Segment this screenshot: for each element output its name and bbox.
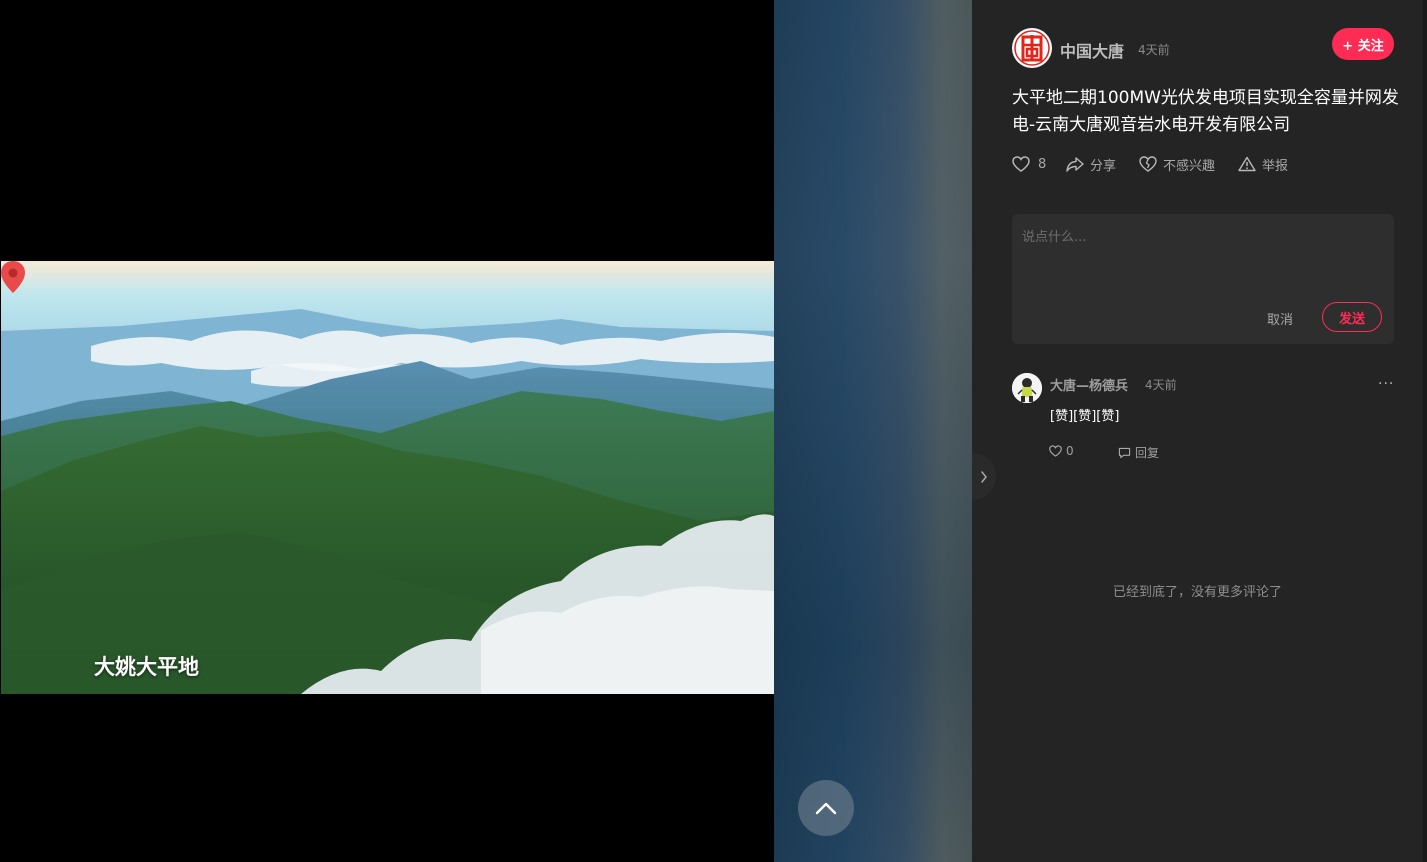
video-frame[interactable]: 大姚大平地 [1,261,774,694]
landscape-image [1,261,774,694]
blurred-background [774,0,972,862]
comment-more-button[interactable]: ··· [1378,376,1394,392]
commenter-name[interactable]: 大唐—杨德兵 [1050,375,1128,394]
panel-scrollbar[interactable] [1423,0,1427,862]
report-label: 举报 [1262,158,1289,174]
like-count: 8 [1038,156,1047,172]
cancel-button[interactable]: 取消 [1255,304,1305,332]
chevron-up-icon [815,802,837,815]
share-icon [1066,157,1084,172]
share-button[interactable]: 分享 [1066,154,1116,174]
warning-icon [1238,156,1256,172]
comment-bubble-icon [1118,447,1131,458]
chevron-right-icon [981,470,987,483]
heart-icon [1049,445,1062,457]
comment-like-button[interactable]: 0 [1049,444,1074,458]
author-name[interactable]: 中国大唐 [1060,38,1124,62]
comment-input[interactable] [1020,224,1384,288]
not-interested-label: 不感兴趣 [1163,158,1216,174]
cartoon-avatar-icon [1012,373,1042,403]
follow-button[interactable]: + 关注 [1332,28,1394,60]
post-time: 4天前 [1138,43,1170,57]
send-button[interactable]: 发送 [1322,302,1382,332]
scroll-up-button[interactable] [798,780,854,836]
report-button[interactable]: 举报 [1238,154,1288,174]
post-title: 大平地二期100MW光伏发电项目实现全容量并网发电-云南大唐观音岩水电开发有限公… [1012,88,1399,135]
comment-like-count: 0 [1066,444,1074,458]
author-avatar[interactable] [1012,28,1052,68]
end-of-comments-text: 已经到底了，没有更多评论了 [1112,585,1282,600]
comment-text: [赞][赞][赞] [1050,409,1120,424]
heart-icon [1012,156,1030,172]
datang-logo-icon [1014,30,1050,66]
comment-reply-button[interactable]: 回复 [1118,444,1159,461]
commenter-avatar[interactable] [1012,373,1042,403]
not-interested-button[interactable]: 不感兴趣 [1139,154,1215,174]
video-player[interactable]: 大姚大平地 [0,0,774,862]
map-pin-icon [1,261,25,293]
broken-heart-icon [1139,156,1157,172]
comment-time: 4天前 [1145,378,1177,392]
like-button[interactable]: 8 [1012,154,1046,174]
reply-label: 回复 [1135,446,1160,460]
location-label: 大姚大平地 [94,655,199,679]
share-label: 分享 [1090,158,1117,174]
